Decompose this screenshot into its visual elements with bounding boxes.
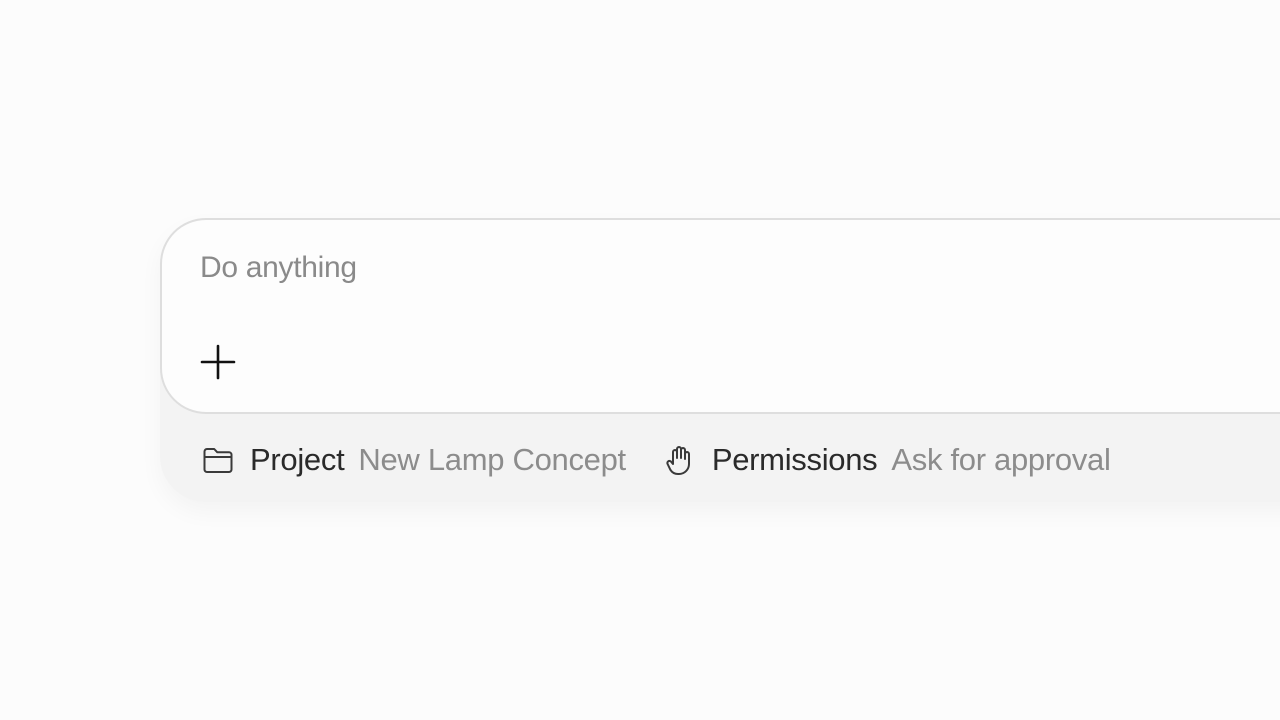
prompt-input[interactable] <box>200 246 1200 290</box>
add-button[interactable] <box>196 340 240 384</box>
composer: Project New Lamp Concept Permissions Ask… <box>160 218 1280 502</box>
hand-icon <box>664 444 696 476</box>
composer-footer: Project New Lamp Concept Permissions Ask… <box>202 440 1111 480</box>
plus-icon <box>200 344 236 380</box>
folder-icon <box>202 444 234 476</box>
project-label: Project <box>250 442 345 477</box>
project-selector[interactable]: Project New Lamp Concept <box>202 442 626 478</box>
project-value: New Lamp Concept <box>358 442 626 477</box>
permissions-value: Ask for approval <box>891 442 1111 477</box>
composer-input-card <box>160 218 1280 414</box>
app-stage: Project New Lamp Concept Permissions Ask… <box>0 0 1280 720</box>
permissions-label: Permissions <box>711 442 878 477</box>
permissions-selector[interactable]: Permissions Ask for approval <box>664 442 1111 478</box>
